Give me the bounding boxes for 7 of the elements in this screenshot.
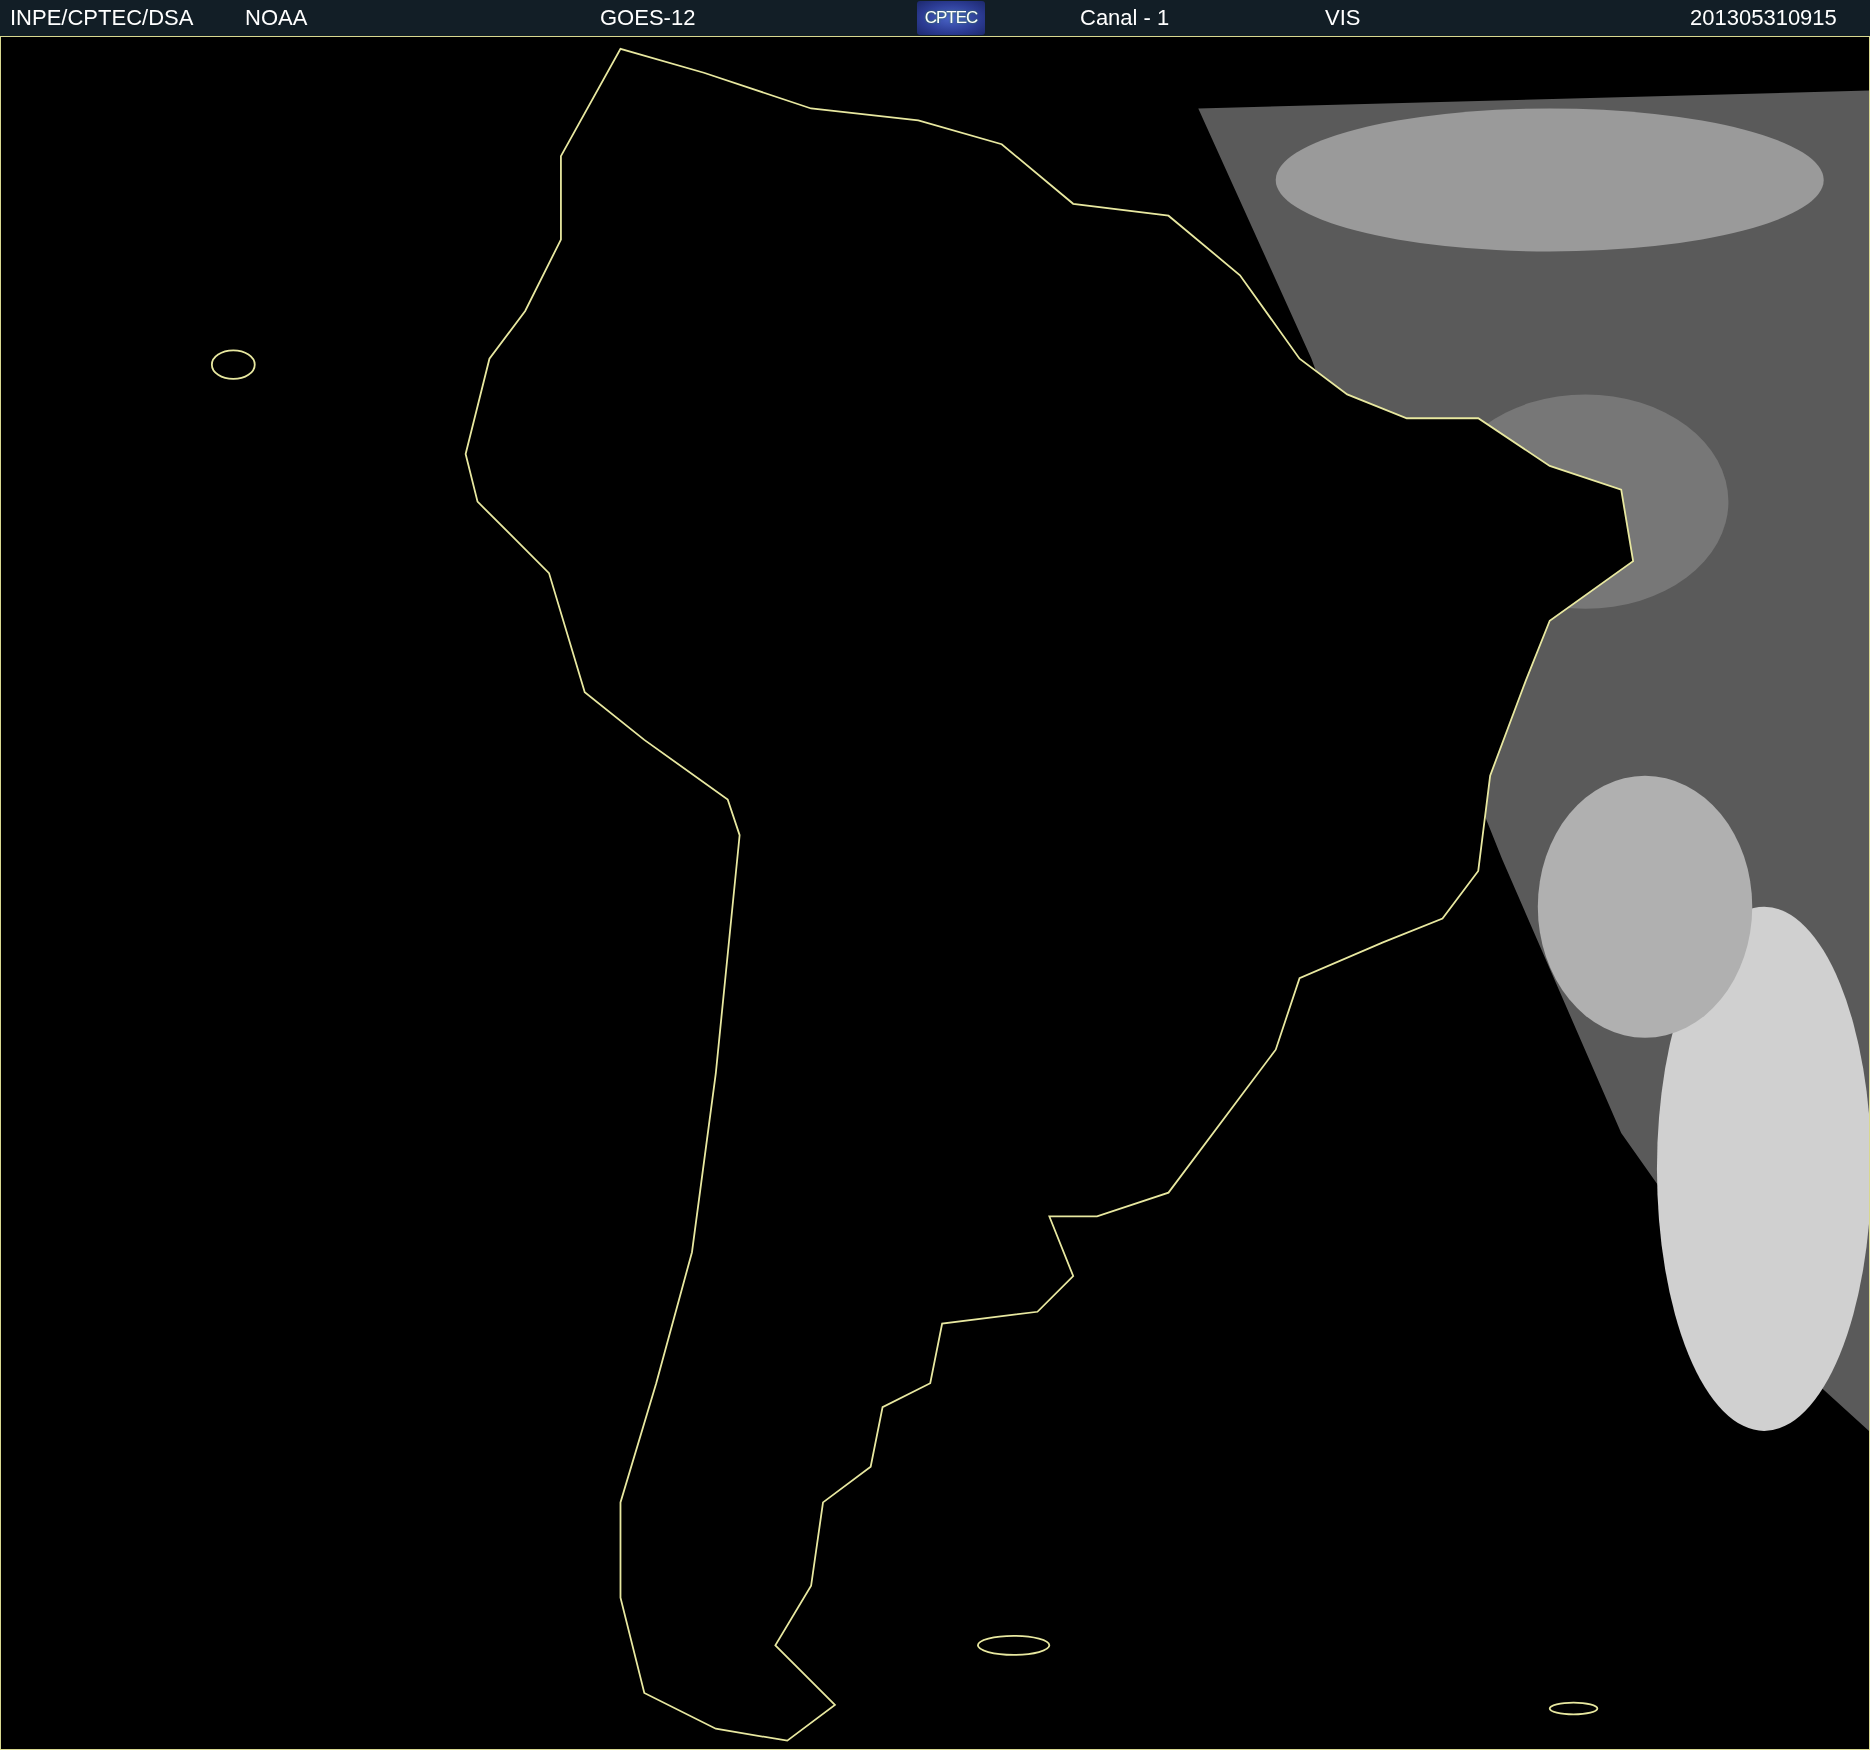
satellite-label: GOES-12 [600,5,696,31]
source-label: INPE/CPTEC/DSA [10,5,194,31]
agency-label: NOAA [245,5,308,31]
logo: CPTEC [917,1,985,35]
channel-label: Canal - 1 [1080,5,1170,31]
timestamp-label: 201305310915 [1690,5,1837,31]
band-label: VIS [1325,5,1361,31]
